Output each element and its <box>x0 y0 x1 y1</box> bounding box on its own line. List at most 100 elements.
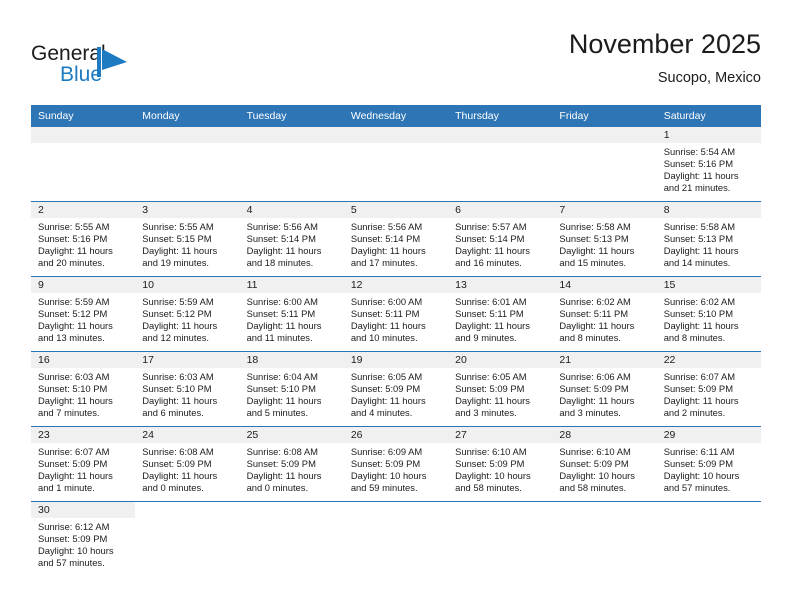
brand-logo[interactable]: General Blue <box>31 32 251 92</box>
calendar-day-cell[interactable]: 25 Sunrise: 6:08 AM Sunset: 5:09 PM Dayligh… <box>239 426 344 502</box>
day-detail-daylight2: and 16 minutes. <box>455 256 522 268</box>
calendar-day-cell[interactable]: 4 Sunrise: 5:56 AM Sunset: 5:14 PM Daylight… <box>239 201 344 277</box>
day-detail-daylight1: Daylight: 10 hours <box>559 469 635 481</box>
day-number <box>552 127 657 143</box>
day-detail-sunset: Sunset: 5:09 PM <box>559 457 629 469</box>
day-detail-sunset: Sunset: 5:15 PM <box>142 232 212 244</box>
day-detail-sunrise: Sunrise: 5:59 AM <box>38 296 110 307</box>
day-detail-sunset: Sunset: 5:09 PM <box>38 532 108 544</box>
weekday-header-friday: Friday <box>552 105 657 127</box>
calendar-day-cell[interactable]: 2 Sunrise: 5:55 AM Sunset: 5:16 PM Daylight… <box>31 201 136 277</box>
cell-inner <box>552 502 657 580</box>
day-detail-daylight2: and 12 minutes. <box>142 331 209 343</box>
calendar-cell-empty <box>135 127 240 202</box>
calendar-page: General Blue November 2025 Sucopo, Mexic… <box>0 0 792 612</box>
calendar-day-cell[interactable]: 14 Sunrise: 6:02 AM Sunset: 5:11 PM Dayligh… <box>552 276 657 352</box>
calendar-day-cell[interactable]: 7 Sunrise: 5:58 AM Sunset: 5:13 PM Daylight… <box>552 201 657 277</box>
day-number: 27 <box>448 427 553 443</box>
day-number <box>135 502 240 518</box>
calendar-day-cell[interactable]: 3 Sunrise: 5:55 AM Sunset: 5:15 PM Daylight… <box>135 201 240 277</box>
calendar-cell-empty <box>343 501 449 580</box>
day-detail-daylight2: and 15 minutes. <box>559 256 627 268</box>
day-detail-sunrise: Sunrise: 6:12 AM <box>38 521 110 532</box>
day-detail-sunrise: Sunrise: 6:08 AM <box>142 446 214 457</box>
day-number: 22 <box>656 352 761 368</box>
calendar-day-cell[interactable]: 27 Sunrise: 6:10 AM Sunset: 5:09 PM Dayligh… <box>448 426 553 502</box>
calendar-day-cell[interactable]: 22 Sunrise: 6:07 AM Sunset: 5:09 PM Dayligh… <box>656 351 761 427</box>
cell-inner: 25 Sunrise: 6:08 AM Sunset: 5:09 PM Dayligh… <box>239 427 344 501</box>
day-detail-daylight2: and 3 minutes. <box>559 406 621 418</box>
day-detail-sunrise: Sunrise: 5:57 AM <box>455 221 527 232</box>
calendar-day-cell[interactable]: 26 Sunrise: 6:09 AM Sunset: 5:09 PM Dayligh… <box>343 426 449 502</box>
day-detail-sunset: Sunset: 5:09 PM <box>455 457 525 469</box>
calendar-day-cell[interactable]: 17 Sunrise: 6:03 AM Sunset: 5:10 PM Dayligh… <box>135 351 240 427</box>
calendar-day-cell[interactable]: 6 Sunrise: 5:57 AM Sunset: 5:14 PM Daylight… <box>448 201 553 277</box>
day-detail-daylight1: Daylight: 11 hours <box>38 244 113 256</box>
day-detail-sunset: Sunset: 5:09 PM <box>663 457 733 469</box>
day-detail-sunset: Sunset: 5:12 PM <box>142 307 212 319</box>
calendar-cell-empty <box>239 501 344 580</box>
day-detail-daylight1: Daylight: 11 hours <box>455 394 530 406</box>
day-details: Sunrise: 6:07 AM Sunset: 5:09 PM Daylight:… <box>31 443 135 494</box>
calendar-day-cell[interactable]: 19 Sunrise: 6:05 AM Sunset: 5:09 PM Dayligh… <box>343 351 449 427</box>
calendar-day-cell[interactable]: 10 Sunrise: 5:59 AM Sunset: 5:12 PM Dayligh… <box>135 276 240 352</box>
cell-inner <box>239 127 344 201</box>
day-details: Sunrise: 6:05 AM Sunset: 5:09 PM Daylight:… <box>344 368 448 419</box>
day-detail-daylight2: and 19 minutes. <box>142 256 209 268</box>
day-detail-daylight2: and 59 minutes. <box>350 481 418 493</box>
day-details: Sunrise: 6:02 AM Sunset: 5:11 PM Daylight:… <box>552 293 656 344</box>
day-detail-sunrise: Sunrise: 6:09 AM <box>350 446 423 457</box>
calendar-day-cell[interactable]: 16 Sunrise: 6:03 AM Sunset: 5:10 PM Dayligh… <box>31 351 136 427</box>
day-detail-daylight1: Daylight: 11 hours <box>663 169 739 181</box>
day-detail-sunset: Sunset: 5:16 PM <box>663 157 733 169</box>
day-detail-daylight2: and 1 minute. <box>38 481 95 493</box>
day-detail-daylight1: Daylight: 11 hours <box>559 319 635 331</box>
day-detail-daylight1: Daylight: 11 hours <box>246 319 322 331</box>
day-detail-daylight2: and 7 minutes. <box>38 406 100 418</box>
day-detail-sunset: Sunset: 5:13 PM <box>559 232 629 244</box>
day-detail-daylight2: and 13 minutes. <box>38 331 105 343</box>
calendar-day-cell[interactable]: 24 Sunrise: 6:08 AM Sunset: 5:09 PM Dayligh… <box>135 426 240 502</box>
day-detail-daylight2: and 6 minutes. <box>142 406 204 418</box>
cell-inner: 10 Sunrise: 5:59 AM Sunset: 5:12 PM Dayligh… <box>135 277 240 351</box>
day-details: Sunrise: 5:54 AM Sunset: 5:16 PM Daylight:… <box>657 143 761 194</box>
calendar-day-cell[interactable]: 12 Sunrise: 6:00 AM Sunset: 5:11 PM Dayligh… <box>343 276 449 352</box>
day-detail-daylight2: and 21 minutes. <box>663 181 731 193</box>
day-detail-sunset: Sunset: 5:11 PM <box>455 307 524 319</box>
day-detail-sunset: Sunset: 5:09 PM <box>350 382 421 394</box>
day-number: 1 <box>656 127 761 143</box>
calendar-week-row: 2 Sunrise: 5:55 AM Sunset: 5:16 PM Daylight… <box>31 201 761 277</box>
day-detail-daylight2: and 58 minutes. <box>455 481 522 493</box>
calendar-day-cell[interactable]: 1 Sunrise: 5:54 AM Sunset: 5:16 PM Daylight… <box>656 127 761 202</box>
calendar-week-row: 1 Sunrise: 5:54 AM Sunset: 5:16 PM Daylight… <box>31 127 761 202</box>
calendar-day-cell[interactable]: 13 Sunrise: 6:01 AM Sunset: 5:11 PM Dayligh… <box>448 276 553 352</box>
weekday-header-saturday: Saturday <box>656 105 761 127</box>
cell-inner: 29 Sunrise: 6:11 AM Sunset: 5:09 PM Dayligh… <box>656 427 761 501</box>
calendar-day-cell[interactable]: 5 Sunrise: 5:56 AM Sunset: 5:14 PM Daylight… <box>343 201 449 277</box>
calendar-day-cell[interactable]: 29 Sunrise: 6:11 AM Sunset: 5:09 PM Dayligh… <box>656 426 761 502</box>
day-detail-daylight2: and 18 minutes. <box>246 256 314 268</box>
cell-inner: 17 Sunrise: 6:03 AM Sunset: 5:10 PM Dayligh… <box>135 352 240 426</box>
calendar-day-cell[interactable]: 21 Sunrise: 6:06 AM Sunset: 5:09 PM Dayligh… <box>552 351 657 427</box>
day-number: 19 <box>343 352 449 368</box>
day-detail-sunrise: Sunrise: 6:10 AM <box>559 446 631 457</box>
day-detail-sunrise: Sunrise: 6:00 AM <box>350 296 423 307</box>
day-number <box>448 127 553 143</box>
day-detail-sunset: Sunset: 5:10 PM <box>246 382 316 394</box>
calendar-day-cell[interactable]: 20 Sunrise: 6:05 AM Sunset: 5:09 PM Dayligh… <box>448 351 553 427</box>
calendar-day-cell[interactable]: 18 Sunrise: 6:04 AM Sunset: 5:10 PM Dayligh… <box>239 351 344 427</box>
day-detail-sunrise: Sunrise: 6:07 AM <box>38 446 110 457</box>
calendar-day-cell[interactable]: 15 Sunrise: 6:02 AM Sunset: 5:10 PM Dayligh… <box>656 276 761 352</box>
day-detail-sunset: Sunset: 5:09 PM <box>38 457 108 469</box>
day-detail-daylight2: and 20 minutes. <box>38 256 105 268</box>
day-detail-sunrise: Sunrise: 6:05 AM <box>455 371 527 382</box>
day-number <box>135 127 240 143</box>
calendar-day-cell[interactable]: 30 Sunrise: 6:12 AM Sunset: 5:09 PM Dayligh… <box>31 501 136 580</box>
calendar-day-cell[interactable]: 28 Sunrise: 6:10 AM Sunset: 5:09 PM Dayligh… <box>552 426 657 502</box>
calendar-day-cell[interactable]: 23 Sunrise: 6:07 AM Sunset: 5:09 PM Dayligh… <box>31 426 136 502</box>
calendar-day-cell[interactable]: 9 Sunrise: 5:59 AM Sunset: 5:12 PM Daylight… <box>31 276 136 352</box>
calendar-day-cell[interactable]: 11 Sunrise: 6:00 AM Sunset: 5:11 PM Dayligh… <box>239 276 344 352</box>
day-details: Sunrise: 6:08 AM Sunset: 5:09 PM Daylight:… <box>240 443 344 494</box>
calendar-day-cell[interactable]: 8 Sunrise: 5:58 AM Sunset: 5:13 PM Daylight… <box>656 201 761 277</box>
cell-inner <box>448 502 553 580</box>
